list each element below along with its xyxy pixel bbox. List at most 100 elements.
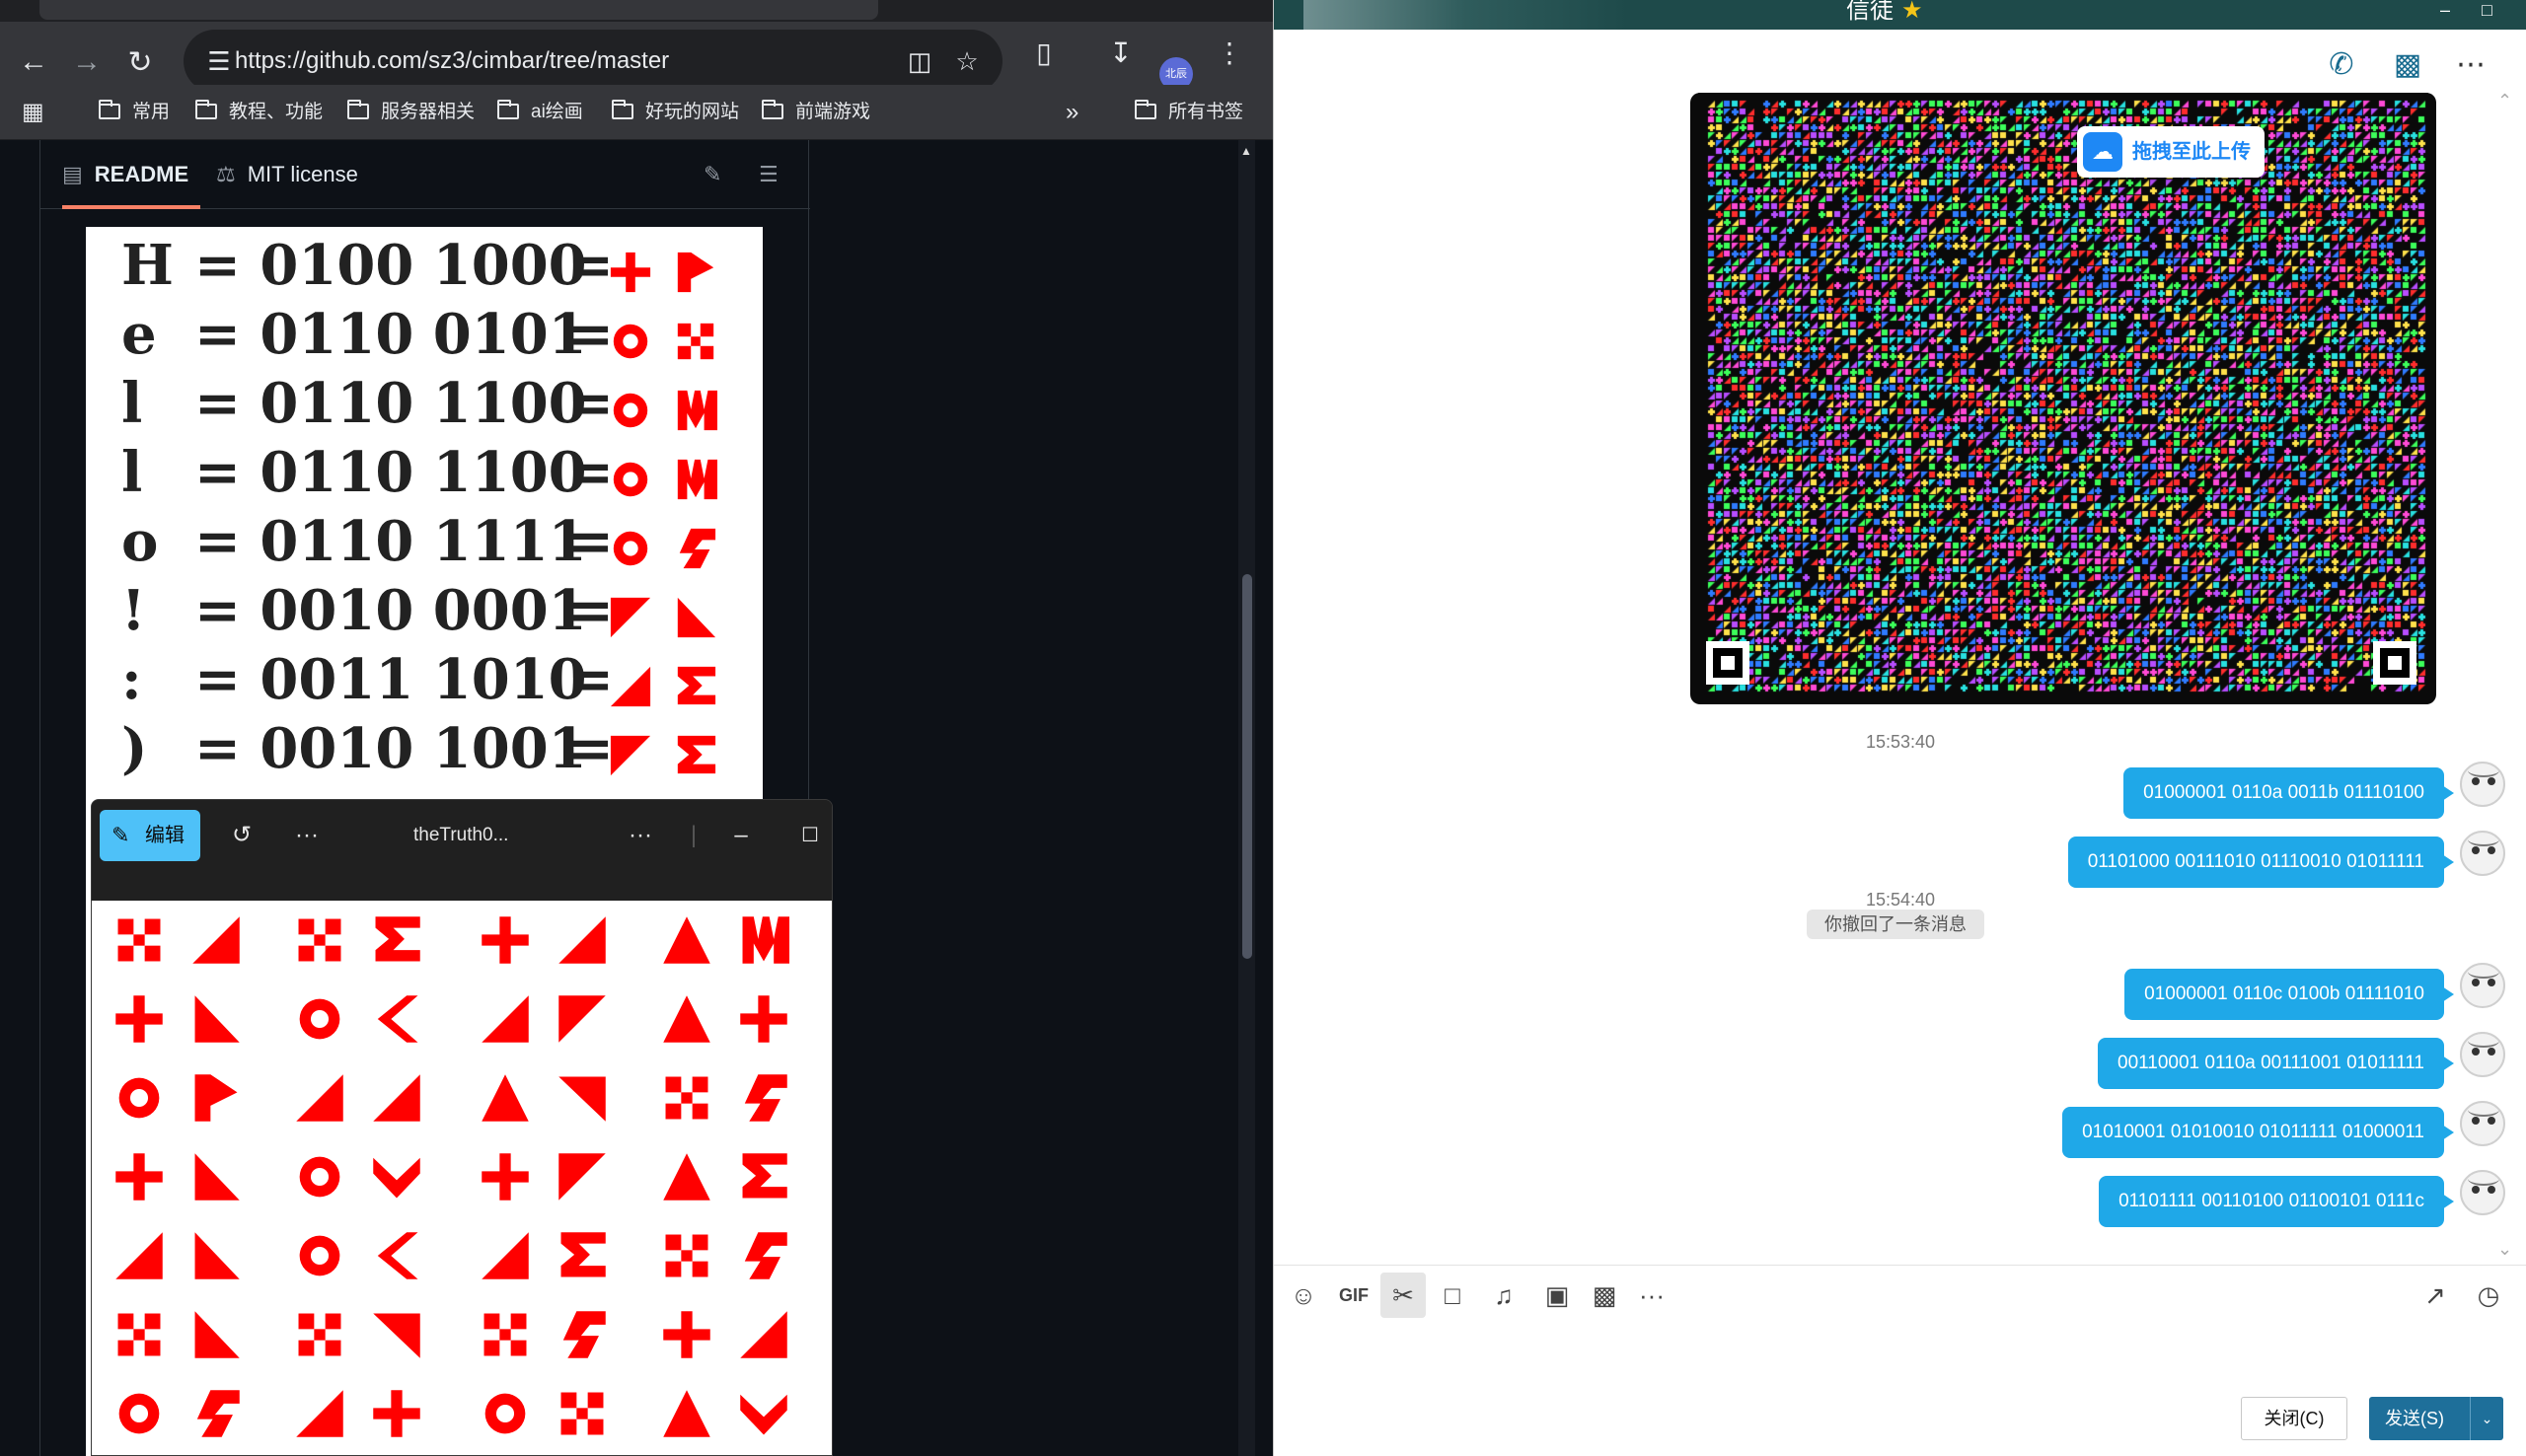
screenshot-scissors-icon[interactable]: ✂: [1380, 1273, 1426, 1318]
cimbar-symbol-icon: [480, 993, 531, 1045]
close-button[interactable]: 关闭(C): [2241, 1397, 2347, 1440]
cimbar-symbol-icon: [609, 588, 652, 638]
reload-button[interactable]: ↻: [114, 34, 166, 91]
more-options-icon[interactable]: ···: [285, 814, 329, 857]
send-options-chevron-icon[interactable]: ⌄: [2470, 1397, 2503, 1440]
message-list[interactable]: ☁ 拖拽至此上传 15:53:40 01000001 0110a 0011b 01…: [1274, 91, 2526, 1265]
back-button[interactable]: ←: [8, 34, 59, 91]
cimbar-code-image[interactable]: [1690, 93, 2436, 704]
maximize-icon[interactable]: ☐: [788, 814, 832, 857]
message-bubble[interactable]: 01000001 0110c 0100b 01111010: [2124, 969, 2454, 1020]
scrollbar-thumb[interactable]: [1242, 574, 1252, 959]
avatar[interactable]: [2460, 831, 2505, 876]
message-bubble[interactable]: 01101111 00110100 01100101 0111c: [2099, 1176, 2454, 1227]
bookmark-folder[interactable]: 常用: [99, 85, 170, 140]
site-info-icon[interactable]: ☰: [201, 43, 237, 79]
cimbar-symbol-icon: [609, 519, 652, 566]
avatar[interactable]: [2460, 963, 2505, 1008]
cimbar-symbol-icon: [294, 1230, 345, 1281]
minimize-icon[interactable]: –: [719, 814, 763, 857]
avatar[interactable]: [2460, 762, 2505, 807]
cimbar-symbol-icon: [190, 993, 242, 1045]
all-bookmarks-folder[interactable]: 所有书签: [1135, 85, 1243, 140]
encoding-row: e = 0110 0101 =: [86, 302, 763, 371]
message-bubble[interactable]: 01010001 01010010 01011111 01000011: [2062, 1107, 2454, 1158]
bookmark-folder[interactable]: 好玩的网站: [612, 85, 739, 140]
outline-list-icon[interactable]: ☰: [759, 140, 779, 209]
install-app-icon[interactable]: ◫: [900, 43, 939, 79]
history-clock-icon[interactable]: ◷: [2466, 1273, 2511, 1318]
bookmark-folder[interactable]: ai绘画: [497, 85, 583, 140]
edit-image-icon: ✎: [111, 823, 130, 847]
bookmark-folder[interactable]: 教程、功能: [195, 85, 323, 140]
tab-license[interactable]: ⚖ MIT license: [216, 140, 358, 209]
message-bubble[interactable]: 00110001 0110a 00111001 01011111: [2098, 1038, 2454, 1089]
upload-drop-overlay[interactable]: ☁ 拖拽至此上传: [2077, 126, 2265, 178]
message-row: 01000001 0110c 0100b 01111010: [1274, 963, 2526, 1024]
downloads-icon[interactable]: ↧: [1099, 32, 1143, 75]
expand-icon[interactable]: ↗: [2413, 1273, 2458, 1318]
decoded-symbols-image: [92, 901, 832, 1455]
address-bar[interactable]: ☰ https://github.com/sz3/cimbar/tree/mas…: [184, 30, 1003, 93]
folder-icon[interactable]: □: [1430, 1273, 1475, 1318]
send-button[interactable]: 发送(S) ⌄: [2369, 1397, 2503, 1440]
bookmark-star-icon[interactable]: ☆: [947, 43, 987, 79]
scroll-up-arrow-icon[interactable]: ⌃: [2497, 91, 2512, 111]
chat-header: 信徒 ★ – □: [1274, 0, 2526, 30]
cimbar-symbol-icon: [557, 993, 608, 1045]
cimbar-symbol-icon: [371, 1151, 422, 1202]
cimbar-symbol-icon: [738, 1151, 789, 1202]
encoding-row: : = 0011 1010 =: [86, 647, 763, 716]
edit-pencil-icon[interactable]: ✎: [704, 140, 721, 209]
menu-kebab-icon[interactable]: ⋮: [1208, 32, 1251, 75]
cimbar-symbol-icon: [609, 657, 652, 707]
bookmark-label: 教程、功能: [229, 102, 324, 122]
avatar[interactable]: [2460, 1101, 2505, 1146]
screen-record-icon[interactable]: ▩: [1582, 1273, 1627, 1318]
apps-grid-icon[interactable]: ▦: [22, 85, 44, 140]
music-icon[interactable]: ♫: [1481, 1273, 1526, 1318]
image-viewer-window: ✎编辑 ↺ ··· theTruth0... ··· | – ☐ ✕: [91, 799, 833, 1456]
url-text[interactable]: https://github.com/sz3/cimbar/tree/maste…: [235, 43, 669, 79]
upload-overlay-label: 拖拽至此上传: [2132, 141, 2251, 163]
scroll-up-arrow-icon[interactable]: ▲: [1240, 144, 1252, 158]
more-tools-icon[interactable]: ···: [1629, 1273, 1674, 1318]
window-minimize-icon[interactable]: –: [2440, 0, 2450, 20]
message-bubble[interactable]: 01000001 0110a 0011b 01110100: [2123, 767, 2454, 819]
cimbar-symbol-icon: [557, 1309, 608, 1360]
rotate-icon[interactable]: ↺: [220, 814, 263, 857]
extensions-icon[interactable]: ▯: [1022, 32, 1066, 75]
edit-button[interactable]: ✎ 编辑: [100, 810, 200, 861]
message-input[interactable]: [1274, 1320, 2526, 1389]
recall-notice: 你撤回了一条消息: [1807, 910, 1984, 939]
avatar[interactable]: [2460, 1170, 2505, 1215]
cimbar-symbol-icon: [294, 1309, 345, 1360]
avatar[interactable]: [2460, 1032, 2505, 1077]
cimbar-symbol-icon: [609, 243, 652, 293]
more-options-icon[interactable]: ⋯: [2446, 47, 2495, 83]
image-icon[interactable]: ▣: [1534, 1273, 1580, 1318]
active-tab[interactable]: [39, 0, 878, 20]
title-menu-icon[interactable]: ···: [619, 814, 662, 857]
bookmarks-overflow-button[interactable]: »: [1066, 85, 1078, 140]
message-bubble[interactable]: 01101000 00111010 01110010 01011111: [2067, 837, 2455, 888]
cimbar-symbol-icon: [557, 1230, 608, 1281]
binary-value: = 0110 1100: [194, 371, 587, 436]
voice-call-icon[interactable]: ✆: [2320, 47, 2363, 83]
tab-readme[interactable]: ▤ README: [62, 140, 201, 209]
cimbar-symbol-icon: [674, 657, 717, 705]
forward-button[interactable]: →: [61, 34, 112, 91]
bookmark-label: 常用: [132, 102, 171, 122]
page-scrollbar[interactable]: ▲: [1238, 140, 1255, 1456]
bookmark-folder[interactable]: 服务器相关: [347, 85, 475, 140]
emoji-icon[interactable]: ☺: [1284, 1273, 1323, 1318]
cimbar-symbol-icon: [294, 993, 345, 1045]
window-maximize-icon[interactable]: □: [2482, 0, 2492, 20]
video-call-icon[interactable]: ▩: [2383, 47, 2432, 83]
contact-name[interactable]: 信徒 ★: [1846, 0, 1923, 23]
scroll-down-arrow-icon[interactable]: ⌄: [2497, 1239, 2512, 1260]
bookmark-folder[interactable]: 前端游戏: [762, 85, 870, 140]
gif-icon[interactable]: GIF: [1331, 1273, 1376, 1318]
char-label: !: [121, 578, 146, 643]
cimbar-symbol-icon: [113, 1072, 165, 1124]
